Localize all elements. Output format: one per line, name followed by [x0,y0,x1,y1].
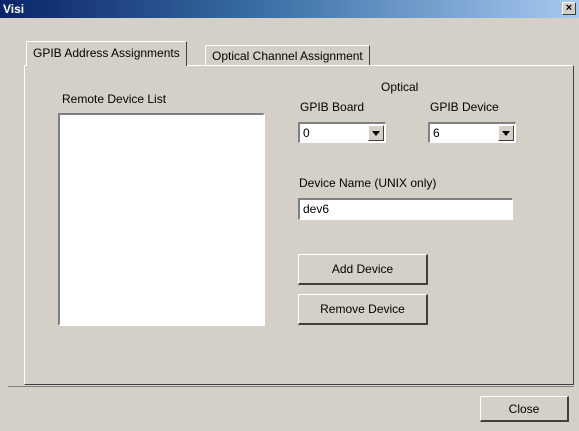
gpib-board-select[interactable]: 0 [298,122,386,143]
chevron-down-icon [372,131,380,136]
gpib-board-value: 0 [303,126,310,140]
chevron-down-icon [502,131,510,136]
gpib-board-dropdown-button[interactable] [368,125,384,141]
device-name-label: Device Name (UNIX only) [299,176,437,190]
tab-label: GPIB Address Assignments [33,46,180,60]
gpib-device-value: 6 [433,126,440,140]
window-title: Visi [3,2,25,16]
gpib-board-label: GPIB Board [300,100,365,114]
tab-label: Optical Channel Assignment [212,49,363,63]
optical-heading: Optical [381,80,419,94]
add-device-button[interactable]: Add Device [298,254,428,285]
device-name-input[interactable]: dev6 [298,198,513,220]
close-icon[interactable]: × [562,2,576,15]
gpib-device-dropdown-button[interactable] [498,125,514,141]
remote-device-listbox[interactable] [58,113,265,326]
tab-optical-channel-assignment[interactable]: Optical Channel Assignment [205,45,370,67]
gpib-device-select[interactable]: 6 [428,122,516,143]
dialog-window: Visi × GPIB Address Assignments Optical … [0,0,579,431]
divider [8,386,574,387]
gpib-device-label: GPIB Device [430,100,499,114]
remote-device-list-label: Remote Device List [62,92,167,106]
remove-device-button[interactable]: Remove Device [298,294,428,325]
title-bar[interactable]: Visi × [0,0,579,18]
tab-gpib-address-assignments[interactable]: GPIB Address Assignments [26,41,187,66]
close-button[interactable]: Close [480,396,569,422]
